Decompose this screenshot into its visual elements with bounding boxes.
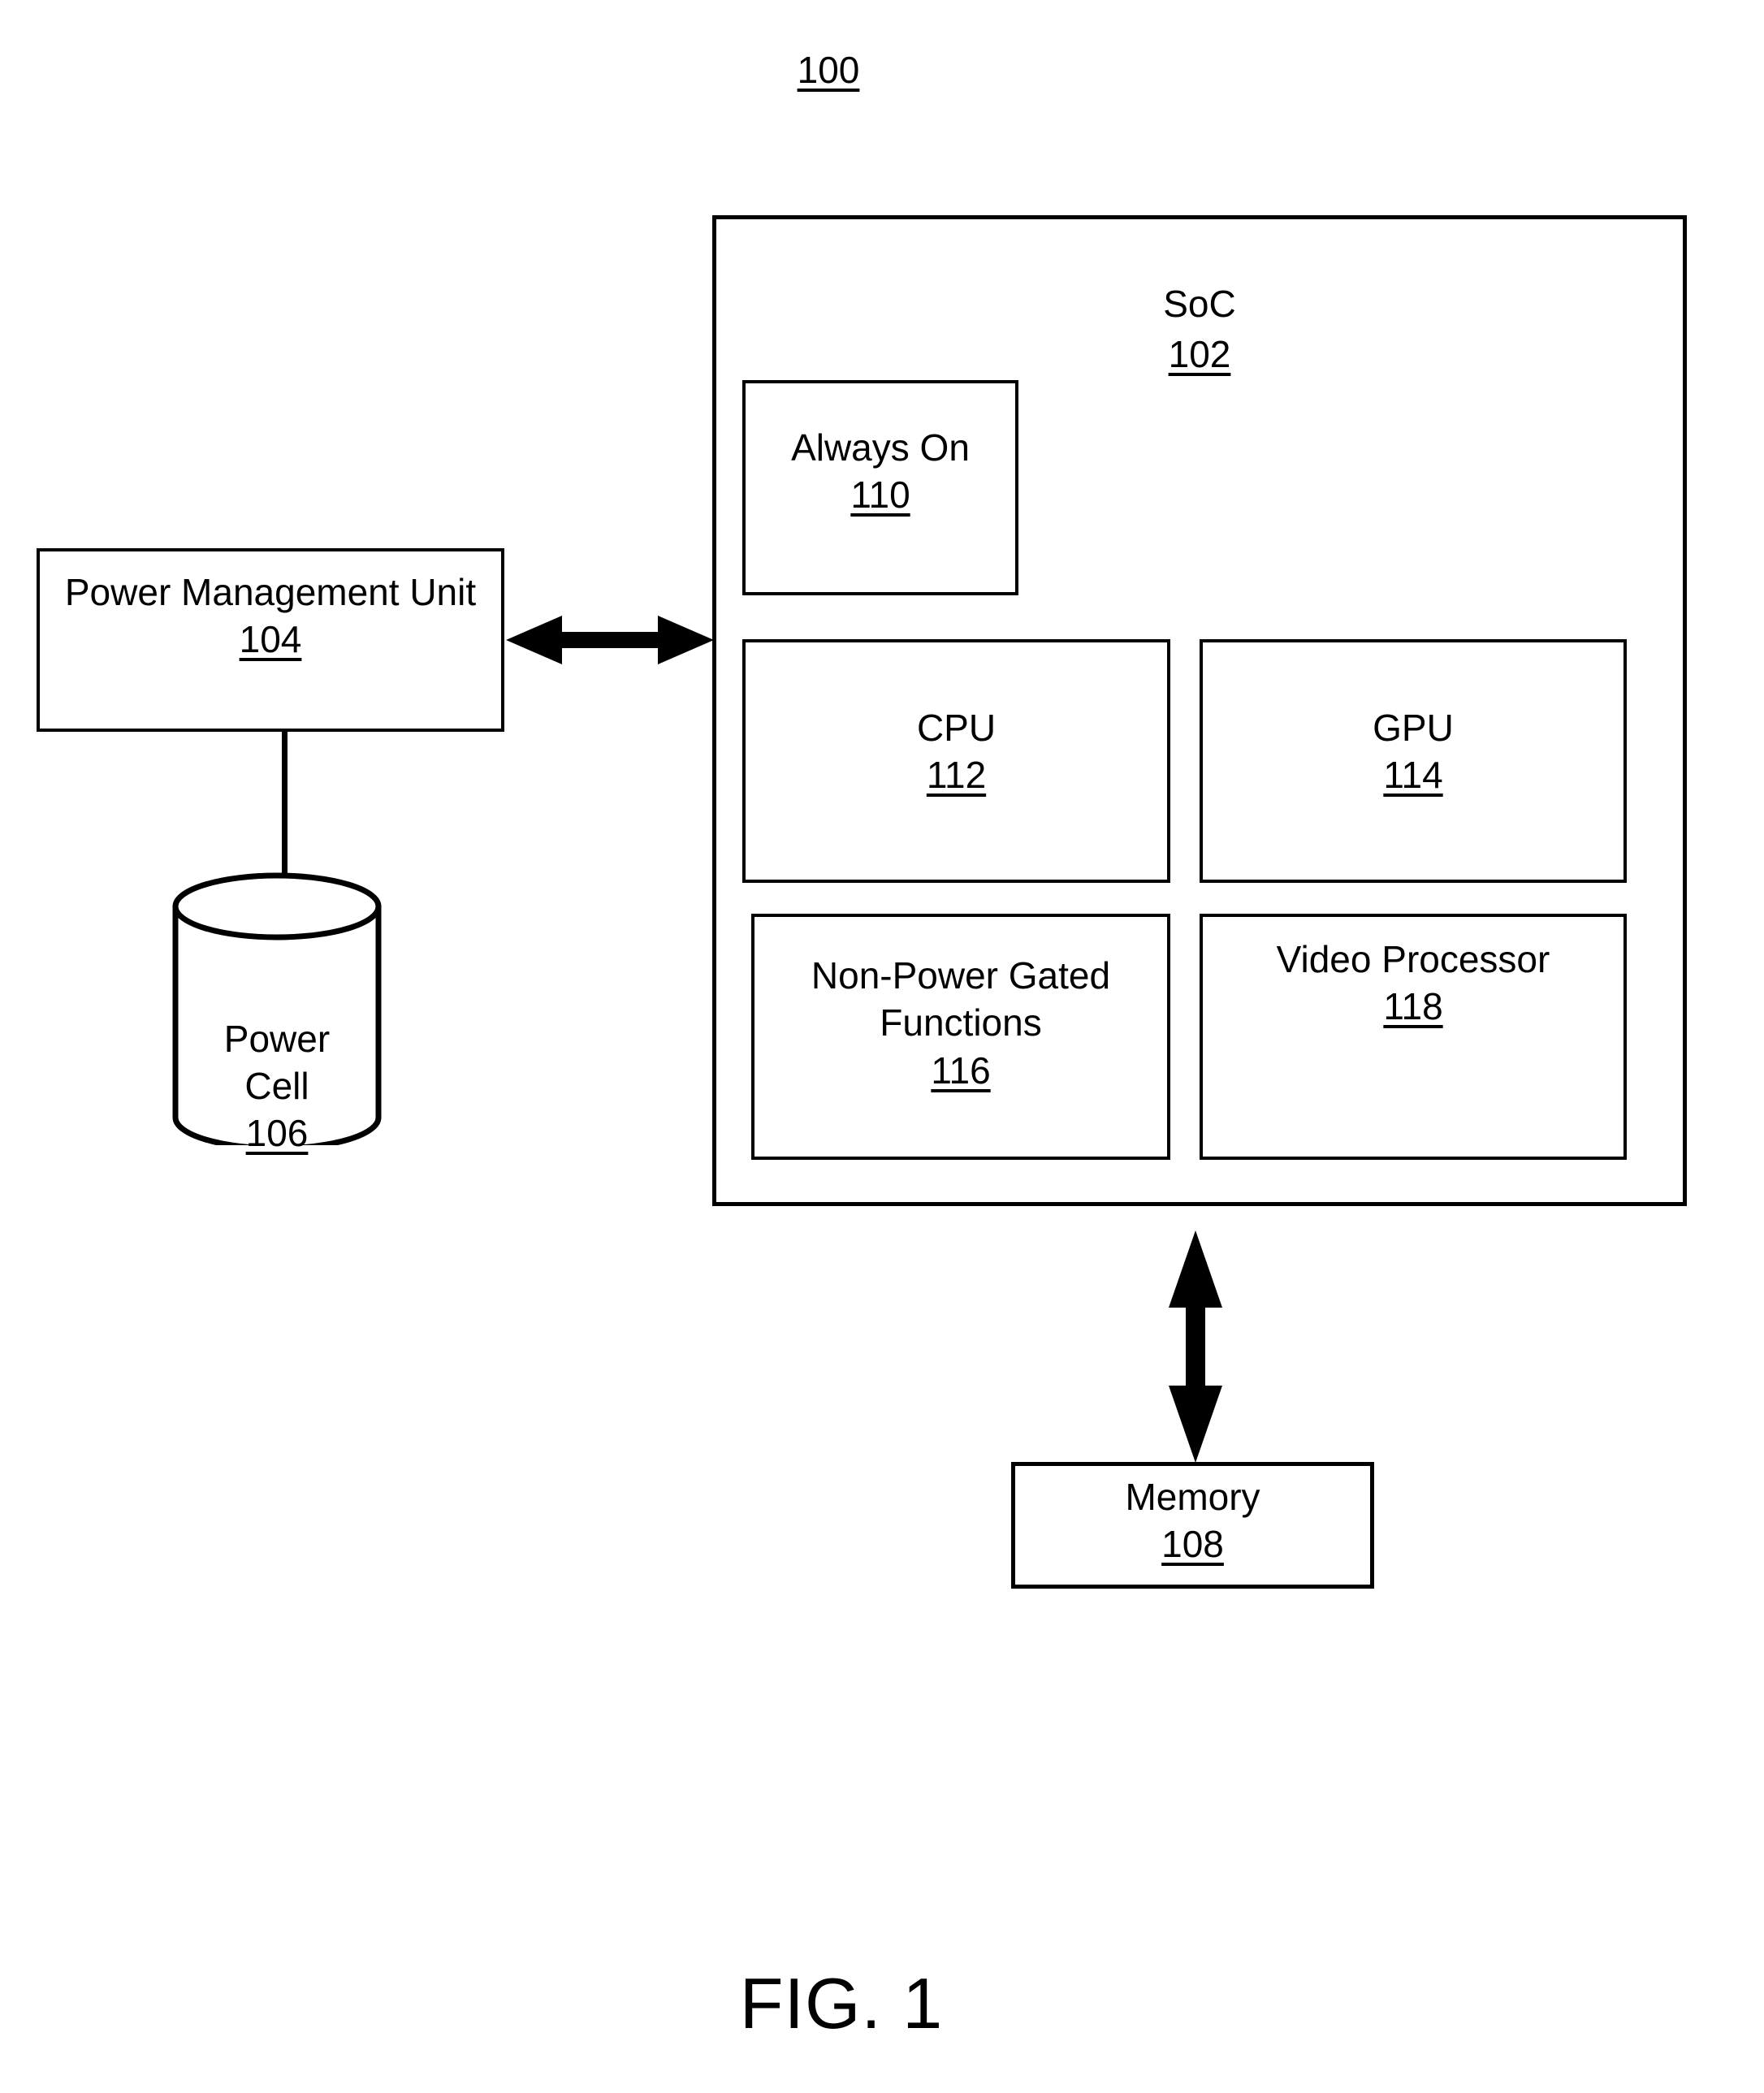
non-power-gated-functions-block-text: Non-Power Gated Functions 116	[748, 952, 1174, 1094]
pmu-soc-double-arrow-icon	[504, 603, 716, 677]
power-management-unit-block-text: Power Management Unit 104	[37, 569, 504, 664]
video-processor-ref: 118	[1383, 985, 1443, 1028]
memory-block-text: Memory 108	[1011, 1473, 1374, 1568]
system-ref-value: 100	[797, 48, 860, 91]
non-power-gated-functions-label: Non-Power Gated Functions	[811, 954, 1111, 1044]
video-processor-block-text: Video Processor 118	[1200, 936, 1627, 1031]
power-cell-label: Power Cell	[223, 1017, 331, 1107]
video-processor-label: Video Processor	[1276, 938, 1550, 980]
always-on-block-text: Always On 110	[742, 424, 1018, 519]
non-power-gated-functions-ref: 116	[931, 1049, 991, 1092]
cpu-ref: 112	[926, 754, 987, 797]
memory-label: Memory	[1125, 1476, 1260, 1518]
gpu-block-text: GPU 114	[1200, 704, 1627, 799]
figure-canvas: 100 SoC 102 Always On 110 CPU 112 GPU 11…	[0, 0, 1764, 2093]
power-cell-ref: 106	[245, 1111, 309, 1154]
always-on-ref: 110	[850, 474, 910, 517]
soc-ref: 102	[1168, 332, 1231, 375]
power-management-unit-label: Power Management Unit	[64, 571, 477, 613]
figure-caption: FIG. 1	[739, 1963, 944, 2043]
soc-memory-double-arrow-icon	[1157, 1228, 1235, 1465]
cpu-block-text: CPU 112	[742, 704, 1170, 799]
soc-label: SoC	[1163, 282, 1236, 325]
system-reference-numeral: 100	[707, 0, 950, 94]
gpu-label: GPU	[1373, 707, 1454, 749]
memory-ref: 108	[1161, 1523, 1224, 1566]
gpu-ref: 114	[1383, 754, 1443, 797]
power-cell-text: Power Cell 106	[172, 969, 382, 1204]
power-management-unit-ref: 104	[239, 618, 302, 661]
cpu-label: CPU	[916, 707, 997, 749]
always-on-label: Always On	[791, 426, 970, 469]
